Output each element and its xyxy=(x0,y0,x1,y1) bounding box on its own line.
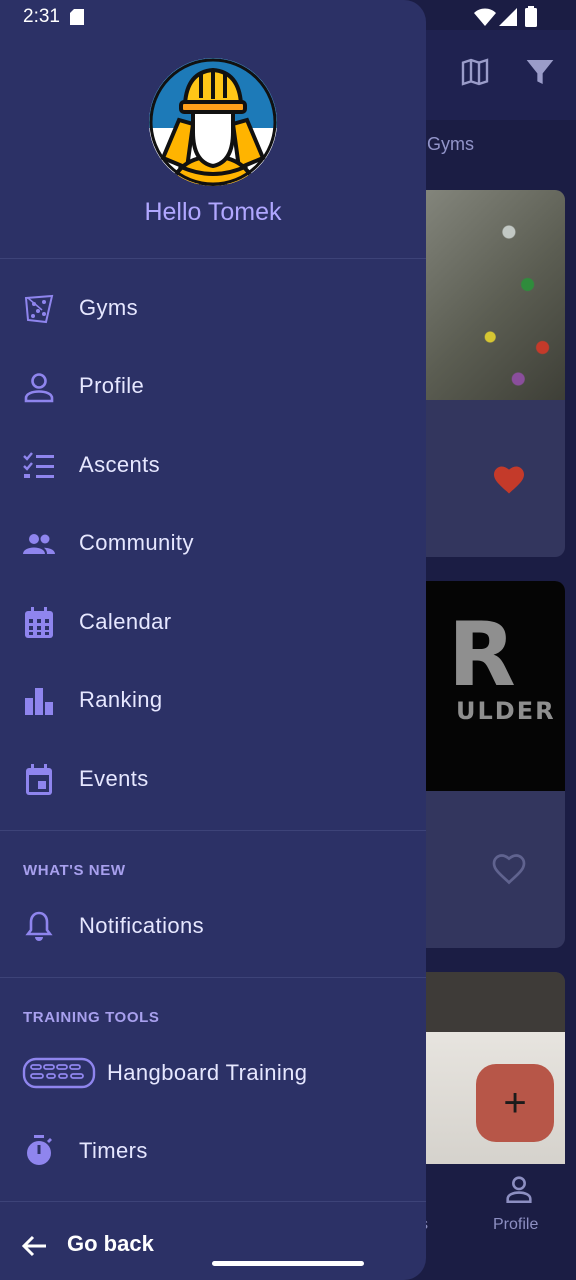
drawer-item-label: Ascents xyxy=(79,452,161,477)
drawer-item-label: Calendar xyxy=(79,609,172,634)
home-indicator[interactable] xyxy=(212,1261,364,1266)
drawer-item-events[interactable]: Events xyxy=(0,743,426,815)
avatar[interactable] xyxy=(149,58,277,186)
go-back-label: Go back xyxy=(67,1231,154,1256)
gym-logo-text: R xyxy=(448,603,516,706)
group-icon xyxy=(23,534,55,554)
status-bar: 2:31 xyxy=(0,0,576,34)
drawer-item-label: Community xyxy=(79,530,194,555)
checklist-icon xyxy=(23,452,54,478)
event-icon xyxy=(26,764,52,795)
drawer-item-timers[interactable]: Timers xyxy=(0,1115,426,1187)
divider xyxy=(0,1201,426,1202)
heart-outline-icon[interactable] xyxy=(491,851,527,887)
section-title-training-tools: TRAINING TOOLS xyxy=(23,1009,160,1026)
gym-logo-subtext: ULDER xyxy=(456,697,556,725)
bottom-navigation: s Profile xyxy=(420,1164,576,1280)
drawer-item-label: Ranking xyxy=(79,687,163,712)
drawer-item-profile[interactable]: Profile xyxy=(0,350,426,422)
person-outline-icon[interactable] xyxy=(502,1172,536,1206)
drawer-item-label: Events xyxy=(79,766,149,791)
go-back-button[interactable]: Go back xyxy=(0,1214,426,1278)
calendar-icon xyxy=(25,607,53,638)
arrow-back-icon xyxy=(21,1235,46,1257)
drawer-item-label: Hangboard Training xyxy=(107,1060,308,1085)
greeting-text: Hello Tomek xyxy=(144,198,282,226)
drawer-item-ascents[interactable]: Ascents xyxy=(0,429,426,501)
divider xyxy=(0,977,426,978)
drawer-item-calendar[interactable]: Calendar xyxy=(0,586,426,658)
navigation-drawer: Hello Tomek Gyms Profile Ascents Communi… xyxy=(0,0,426,1280)
wifi-icon xyxy=(474,8,496,26)
add-fab-button[interactable]: + xyxy=(476,1064,554,1142)
filter-icon[interactable] xyxy=(524,56,556,88)
divider xyxy=(0,258,426,259)
drawer-item-community[interactable]: Community xyxy=(0,507,426,579)
drawer-item-label: Timers xyxy=(79,1138,148,1163)
signal-icon xyxy=(499,8,517,26)
drawer-item-label: Gyms xyxy=(79,295,139,320)
map-icon[interactable] xyxy=(459,56,491,88)
bell-icon xyxy=(25,911,53,941)
drawer-item-ranking[interactable]: Ranking xyxy=(0,664,426,736)
drawer-item-gyms[interactable]: Gyms xyxy=(0,272,426,344)
climbing-wall-icon xyxy=(24,294,54,324)
person-icon xyxy=(24,373,54,403)
status-time: 2:31 xyxy=(23,6,60,27)
stopwatch-icon xyxy=(27,1135,52,1165)
battery-icon xyxy=(525,6,537,27)
divider xyxy=(0,830,426,831)
drawer-item-hangboard-training[interactable]: Hangboard Training xyxy=(0,1037,426,1109)
hangboard-icon xyxy=(22,1057,96,1089)
bottom-nav-profile-label[interactable]: Profile xyxy=(493,1216,538,1234)
sd-card-icon xyxy=(70,9,84,25)
drawer-item-label: Notifications xyxy=(79,913,205,938)
bar-chart-icon xyxy=(25,688,53,715)
drawer-item-notifications[interactable]: Notifications xyxy=(0,890,426,962)
climber-avatar-icon xyxy=(149,58,277,186)
heart-filled-icon[interactable] xyxy=(491,462,527,498)
section-title-whats-new: WHAT'S NEW xyxy=(23,862,126,879)
drawer-item-label: Profile xyxy=(79,373,145,398)
